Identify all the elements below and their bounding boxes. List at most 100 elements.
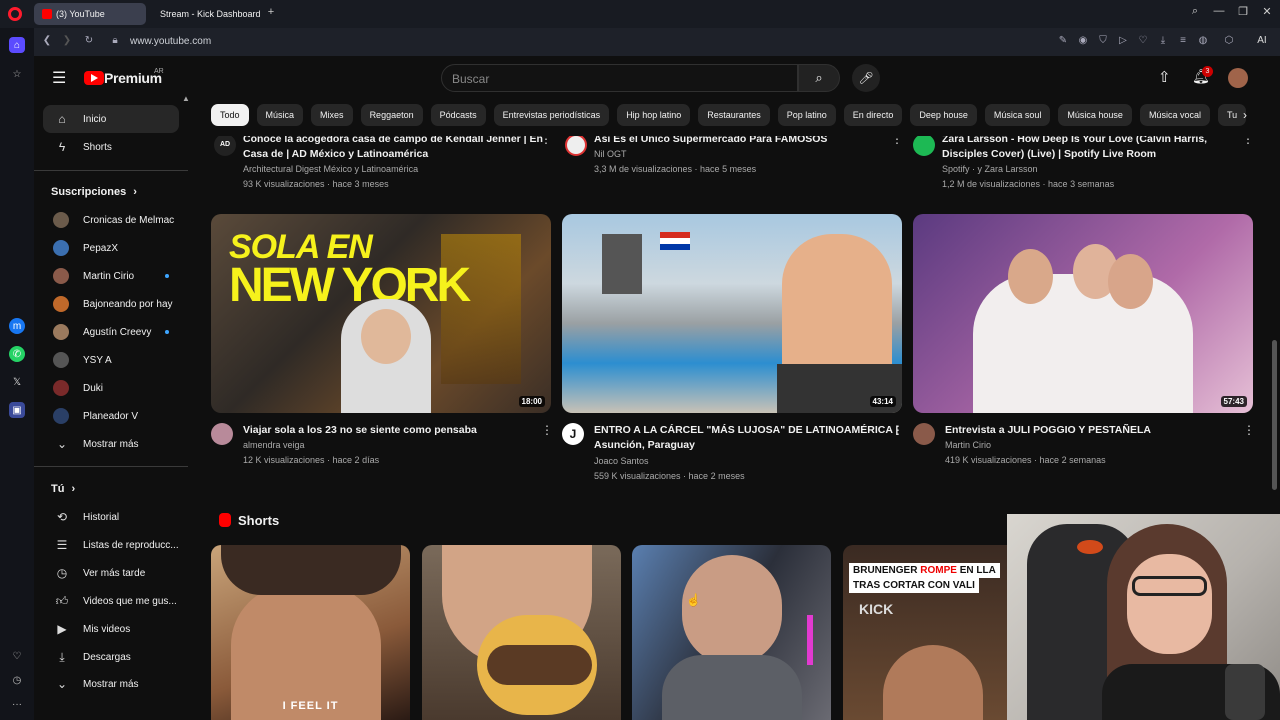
messenger-icon[interactable]: m — [9, 318, 25, 334]
sidebar-item-subscription[interactable]: Cronicas de Melmac — [43, 206, 179, 234]
channel-name[interactable]: Architectural Digest México y Latinoamér… — [243, 162, 543, 177]
sidebar-item-subscription[interactable]: Planeador V — [43, 402, 179, 430]
channel-name[interactable]: Spotify · y Zara Larsson — [942, 162, 1038, 177]
channel-avatar[interactable]: J — [562, 423, 584, 445]
sidebar-item-subscription[interactable]: Martin Cirio — [43, 262, 179, 290]
video-thumbnail[interactable]: SOLA EN NEW YORK 18:00 — [211, 214, 551, 413]
video-info[interactable]: Viajar sola a los 23 no se siente como p… — [211, 423, 553, 473]
short-card[interactable]: ☝ — [632, 545, 831, 720]
menu-icon[interactable]: ≡ — [1176, 35, 1190, 46]
url-text[interactable]: www.youtube.com — [130, 36, 211, 47]
shield-icon[interactable]: ⛉ — [1096, 35, 1110, 46]
chip[interactable]: Música house — [1058, 104, 1132, 126]
chip[interactable]: En directo — [843, 104, 903, 126]
history-clock-icon[interactable]: ◷ — [9, 672, 25, 688]
video-thumbnail[interactable]: 43:14 — [562, 214, 902, 413]
youtube-logo-icon[interactable] — [84, 71, 104, 85]
video-title[interactable]: ENTRO A LA CÁRCEL "MÁS LUJOSA" DE LATINO… — [594, 423, 898, 438]
subscriptions-heading[interactable]: Suscripciones › — [51, 186, 137, 198]
whatsapp-icon[interactable]: ✆ — [9, 346, 25, 362]
mic-button[interactable]: 🎤︎ — [852, 64, 880, 92]
x-icon[interactable]: 𝕏 — [9, 374, 25, 390]
account-avatar[interactable] — [1228, 68, 1248, 88]
video-title[interactable]: Entrevista a JULI POGGIO Y PESTAÑELA — [945, 423, 1235, 438]
star-icon[interactable]: ☆ — [9, 66, 25, 82]
sidebar-item-subscription[interactable]: YSY A — [43, 346, 179, 374]
chip[interactable]: Mixes — [311, 104, 353, 126]
edit-icon[interactable]: ✎ — [1056, 35, 1070, 46]
search-input[interactable]: Buscar — [441, 64, 798, 92]
sidebar-item-inicio[interactable]: ⌂ Inicio — [43, 105, 179, 133]
page-scrollbar[interactable] — [1272, 340, 1277, 490]
profile-icon[interactable]: ◍ — [1196, 35, 1210, 46]
short-card[interactable] — [422, 545, 621, 720]
chip[interactable]: Música soul — [984, 104, 1051, 126]
show-more-you[interactable]: ⌄ Mostrar más — [43, 670, 179, 698]
ai-icon[interactable]: AI — [1248, 35, 1276, 46]
short-card[interactable]: I FEEL IT — [211, 545, 410, 720]
channel-name[interactable]: Martin Cirio — [945, 438, 991, 453]
chip[interactable]: Pop latino — [777, 104, 836, 126]
channel-name[interactable]: Joaco Santos — [594, 454, 649, 469]
forward-icon[interactable]: ❯ — [60, 35, 74, 46]
camera-icon[interactable]: ◉ — [1076, 35, 1090, 46]
sidebar-item-shorts[interactable]: ϟ Shorts — [43, 133, 179, 161]
search-button[interactable]: ⌕ — [798, 64, 840, 92]
sidebar-item-play-square[interactable]: ▶ Mis videos — [43, 615, 179, 643]
back-icon[interactable]: ❮ — [40, 35, 54, 46]
maximize-icon[interactable]: ❐ — [1233, 5, 1253, 18]
hamburger-menu-icon[interactable]: ☰ — [52, 68, 66, 88]
chip[interactable]: Tu — [1217, 104, 1247, 126]
aria-icon[interactable]: ▣ — [9, 402, 25, 418]
sidebar-item-subscription[interactable]: Agustín Creevy — [43, 318, 179, 346]
chip[interactable]: Entrevistas periodísticas — [493, 104, 610, 126]
video-title-line2[interactable]: Asunción, Paraguay — [594, 438, 884, 453]
kebab-menu-icon[interactable]: ⋮ — [1243, 423, 1255, 437]
new-tab-button[interactable]: + — [264, 6, 278, 20]
you-heading[interactable]: Tú › — [51, 483, 75, 495]
video-info[interactable]: J ENTRO A LA CÁRCEL "MÁS LUJOSA" DE LATI… — [562, 423, 904, 483]
sidebar-item-thumbs-up[interactable]: 👍︎ Videos que me gus... — [43, 587, 179, 615]
channel-avatar[interactable] — [913, 423, 935, 445]
chip[interactable]: Pódcasts — [430, 104, 486, 126]
channel-avatar[interactable]: AD — [214, 134, 236, 156]
sidebar-item-download[interactable]: ⤓ Descargas — [43, 643, 179, 671]
channel-name[interactable]: almendra veiga — [243, 438, 305, 453]
chip[interactable]: Música — [256, 104, 304, 126]
kebab-menu-icon[interactable]: ⋮ — [541, 423, 553, 437]
chips-next-icon[interactable]: › — [1243, 108, 1247, 122]
channel-avatar[interactable] — [565, 134, 587, 156]
heart-icon[interactable]: ♡ — [1136, 35, 1150, 46]
scroll-up-icon[interactable]: ▲ — [182, 94, 190, 103]
reload-icon[interactable]: ↻ — [82, 35, 96, 46]
channel-name[interactable]: Nil OGT — [594, 147, 627, 162]
video-thumbnail[interactable]: 57:43 — [913, 214, 1253, 413]
chip[interactable]: Reggaeton — [360, 104, 423, 126]
video-title[interactable]: Viajar sola a los 23 no se siente como p… — [243, 423, 533, 438]
sidebar-item-clock[interactable]: ◷ Ver más tarde — [43, 559, 179, 587]
upload-icon[interactable]: ⇧ — [1158, 68, 1171, 86]
chip[interactable]: Todo — [211, 104, 249, 126]
player-icon[interactable]: ▷ — [1116, 35, 1130, 46]
sidebar-item-history[interactable]: ⟲ Historial — [43, 503, 179, 531]
channel-avatar[interactable] — [913, 134, 935, 156]
minimize-icon[interactable]: — — [1209, 5, 1229, 17]
opera-logo-icon[interactable] — [8, 7, 22, 21]
tab-kick[interactable]: Stream - Kick Dashboard — [148, 3, 261, 25]
download-icon[interactable]: ⤓ — [1156, 35, 1170, 46]
sidebar-item-subscription[interactable]: Duki — [43, 374, 179, 402]
chip[interactable]: Música vocal — [1139, 104, 1210, 126]
close-icon[interactable]: ✕ — [1257, 5, 1277, 18]
tab-youtube[interactable]: (3) YouTube — [34, 3, 146, 25]
more-icon[interactable]: ··· — [9, 696, 25, 712]
channel-avatar[interactable] — [211, 423, 233, 445]
video-title[interactable]: Zara Larsson - How Deep Is Your Love (Ca… — [942, 132, 1232, 162]
video-info[interactable]: Entrevista a JULI POGGIO Y PESTAÑELA Mar… — [913, 423, 1255, 473]
chip[interactable]: Restaurantes — [698, 104, 770, 126]
extension-icon[interactable]: ⬡ — [1222, 35, 1236, 46]
chip[interactable]: Deep house — [910, 104, 977, 126]
sidebar-item-subscription[interactable]: Bajoneando por hay — [43, 290, 179, 318]
sidebar-item-playlists[interactable]: ☰ Listas de reproducc... — [43, 531, 179, 559]
heart-icon[interactable]: ♡ — [9, 648, 25, 664]
chip[interactable]: Hip hop latino — [617, 104, 691, 126]
